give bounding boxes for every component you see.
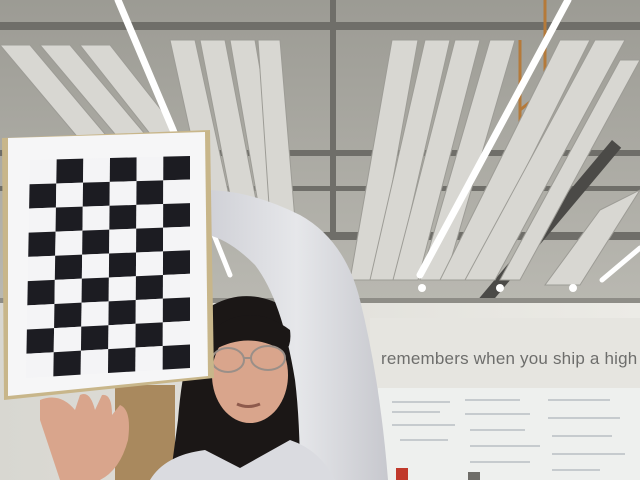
chessboard-square [29,183,57,209]
chessboard-square [109,157,137,182]
chessboard-square [162,297,190,323]
chessboard-square [163,156,190,181]
chessboard-square [81,277,109,303]
chessboard-square [53,350,81,377]
chessboard-square [80,349,109,375]
chessboard-square [81,301,109,327]
chessboard-square [83,158,110,183]
chessboard-square [54,302,82,329]
chessboard-square [54,278,82,304]
chessboard-square [56,158,84,184]
chessboard-square [26,304,55,330]
chessboard-square [136,204,164,229]
chessboard-square [109,204,137,230]
chessboard-square [81,253,110,279]
chessboard-square [28,231,56,257]
chessboard-square [108,252,137,278]
chessboard-square [163,226,190,252]
chessboard-square [55,206,83,232]
chessboard-square [135,346,163,372]
camera-strip [468,472,480,480]
chessboard-square [108,323,136,350]
chessboard-square [136,227,164,253]
chessboard-square [136,180,164,205]
chessboard-square [108,276,136,302]
chessboard-square [109,228,137,254]
chessboard-square [162,250,190,275]
chessboard-square [28,207,56,233]
chessboard-square [26,352,54,378]
chessboard-square [27,255,56,282]
chessboard-square [82,205,110,231]
chessboard-square [135,298,163,324]
chessboard-square [53,326,82,353]
chessboard-square [135,275,163,300]
chessboard-square [108,347,136,373]
chessboard-square [135,251,164,277]
chessboard-square [162,344,190,370]
chessboard-square [135,322,163,348]
whiteboard [378,388,640,480]
chessboard-square [163,179,190,204]
chessboard-square [108,300,136,326]
chessboard-square [27,279,55,306]
chessboard-square [109,181,137,206]
chessboard [26,156,190,378]
chessboard-square [26,328,55,354]
chessboard-square [55,230,83,256]
chessboard-square [162,273,190,299]
scene-drawing [0,0,640,480]
wall-slogan-text: remembers when you ship a high qu [381,349,640,368]
chessboard-square [54,254,83,280]
chessboard-square [82,229,110,255]
chessboard-square [55,182,84,208]
photo-scene: remembers when you ship a high qu [0,0,640,480]
chessboard-square [136,156,164,182]
chessboard-square [29,159,57,185]
chessboard-square [163,203,190,228]
chessboard-square [80,325,109,351]
chessboard-square [82,181,110,207]
chessboard-square [162,320,190,346]
